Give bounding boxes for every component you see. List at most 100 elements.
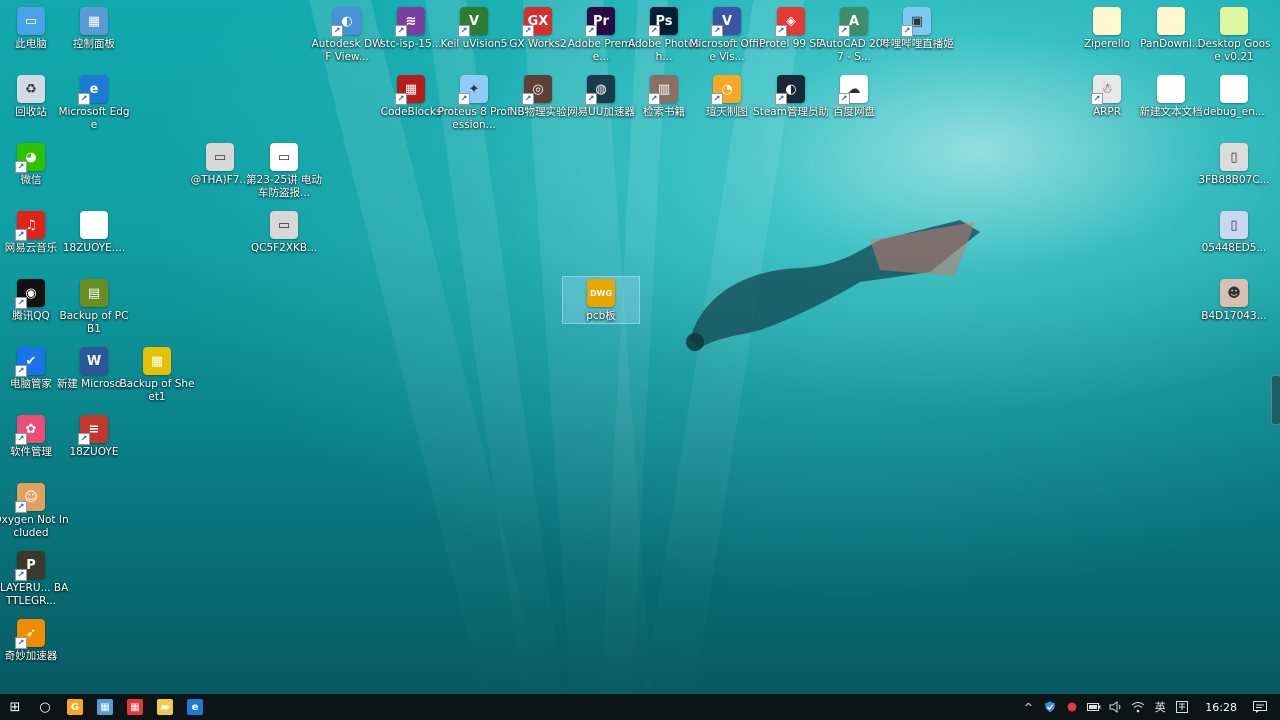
- desktop-icon-pcb-dwg[interactable]: DWG pcb板: [562, 276, 640, 324]
- desktop-icon-qimiao[interactable]: ➶ ↗ 奇妙加速器: [0, 617, 69, 663]
- desktop-icon-oxygen[interactable]: ☺ ↗ Oxygen Not Included: [0, 481, 69, 540]
- desktop-icon-lecture23[interactable]: ▭ 第23-25讲 电动车防盗报...: [246, 141, 322, 200]
- tray-red-app-icon[interactable]: [1061, 694, 1083, 720]
- arpr-icon: ☃ ↗: [1091, 75, 1121, 105]
- shortcut-arrow-icon: ↗: [78, 93, 90, 105]
- desktop-background[interactable]: ▭ 此电脑 ▦ 控制面板 ♻ 回收站 e ↗ Microsoft Edge ◕ ↗ 微信 ♫ ↗ 网易云音乐…: [0, 0, 1280, 694]
- desktop-icon-label: 18ZUOYE: [69, 446, 119, 458]
- desktop-icon-label: Desktop Goose v0.21: [1197, 38, 1271, 63]
- cloud-drive-icon: ☁ ↗: [838, 75, 868, 105]
- accelerator-icon: ➶ ↗: [15, 619, 45, 649]
- shortcut-arrow-icon: ↗: [838, 93, 850, 105]
- folder-icon: ▬: [157, 699, 173, 715]
- schematic-file-icon: ▦: [143, 347, 171, 375]
- desktop-icon-label: 第23-25讲 电动车防盗报...: [246, 174, 322, 199]
- icon-glyph: ◔: [721, 81, 733, 97]
- icon-glyph: ▤: [87, 285, 101, 301]
- uu-booster-icon: ◍ ↗: [585, 75, 615, 105]
- shortcut-arrow-icon: ↗: [15, 229, 27, 241]
- start-button[interactable]: ⊞: [0, 694, 30, 720]
- shortcut-arrow-icon: ↗: [395, 25, 407, 37]
- tray-chevron-icon[interactable]: ^: [1017, 694, 1039, 720]
- desktop-icon-18zuoye[interactable]: ≡ ↗ 18ZUOYE: [56, 413, 132, 459]
- shortcut-arrow-icon: ↗: [775, 93, 787, 105]
- desktop-icon-b4d17043[interactable]: ☻ B4D17043...: [1196, 277, 1272, 323]
- protel-icon: ◈ ↗: [775, 7, 805, 37]
- phone-image-icon: ▯: [1220, 211, 1248, 239]
- shortcut-arrow-icon: ↗: [711, 93, 723, 105]
- icon-glyph: DWG: [589, 288, 613, 298]
- shortcut-arrow-icon: ↗: [331, 25, 343, 37]
- control-panel-icon: ▦: [80, 7, 108, 35]
- taskbar-app-edge[interactable]: e: [180, 694, 210, 720]
- desktop-icon-18zuoye-file[interactable]: 18ZUOYE....: [56, 209, 132, 255]
- qq-icon: ◉ ↗: [15, 279, 45, 309]
- shortcut-arrow-icon: ↗: [15, 501, 27, 513]
- input-language-indicator[interactable]: 英: [1149, 694, 1171, 720]
- icon-glyph: A: [848, 13, 860, 29]
- battery-icon[interactable]: [1083, 694, 1105, 720]
- desktop-icon-control-panel[interactable]: ▦ 控制面板: [56, 5, 132, 51]
- desktop-icon-label: 18ZUOYE....: [62, 242, 126, 254]
- taskbar-app-control[interactable]: ▦: [90, 694, 120, 720]
- tray-shield-icon[interactable]: [1039, 694, 1061, 720]
- desktop-icon-label: 3FB88B07C...: [1198, 174, 1270, 186]
- icon-glyph: ✦: [468, 81, 480, 97]
- icon-glyph: e: [89, 81, 99, 97]
- stc-isp-icon: ≋ ↗: [395, 7, 425, 37]
- taskbar-app-explorer[interactable]: ▬: [150, 694, 180, 720]
- icon-glyph: W: [86, 353, 102, 369]
- shortcut-arrow-icon: ↗: [648, 25, 660, 37]
- desktop-icon-backup-sheet1[interactable]: ▦ Backup of Sheet1: [119, 345, 195, 404]
- desktop-icon-baidu-pan[interactable]: ☁ ↗ 百度网盘: [816, 73, 892, 119]
- desktop-icon-bili-live[interactable]: ▣ ↗ 哔哩哔哩直播姬: [879, 5, 955, 51]
- text-file-icon: [1220, 75, 1248, 103]
- desktop-icon-backup-pcb1[interactable]: ▤ Backup of PCB1: [56, 277, 132, 336]
- icon-glyph: ◎: [532, 81, 544, 97]
- desktop-icon-label: Backup of Sheet1: [119, 378, 195, 403]
- cortana-circle-icon: ○: [39, 699, 51, 715]
- taskbar-pinned-apps: G ▦ ▦ ▬ e: [60, 694, 210, 720]
- wechat-icon: ◕ ↗: [15, 143, 45, 173]
- desktop-icon-label: 百度网盘: [833, 106, 875, 118]
- speaker-icon[interactable]: [1105, 694, 1127, 720]
- desktop-icon-label: Microsoft Edge: [58, 106, 130, 131]
- desktop-icon-3fb88b07[interactable]: ▯ 3FB88B07C...: [1196, 141, 1272, 187]
- desktop-icon-desktop-goose[interactable]: Desktop Goose v0.21: [1196, 5, 1272, 64]
- image-file-icon: ▭: [270, 211, 298, 239]
- g-app-icon: G: [67, 699, 83, 715]
- pubg-icon: P ↗: [15, 551, 45, 581]
- windows-logo-icon: ⊞: [9, 699, 21, 715]
- shortcut-arrow-icon: ↗: [15, 569, 27, 581]
- side-scroll-handle[interactable]: [1271, 375, 1280, 425]
- desktop-icon-wechat[interactable]: ◕ ↗ 微信: [0, 141, 69, 187]
- desktop-icon-debug-en[interactable]: debug_en...: [1196, 73, 1272, 119]
- ime-mode-icon[interactable]: [1171, 694, 1193, 720]
- icon-glyph: ☻: [1227, 285, 1241, 301]
- taskbar-app-colorful[interactable]: ▦: [120, 694, 150, 720]
- shortcut-arrow-icon: ↗: [648, 93, 660, 105]
- desktop-icon-label: 05448ED5...: [1201, 242, 1267, 254]
- shortcut-arrow-icon: ↗: [901, 25, 913, 37]
- action-center-icon[interactable]: [1249, 694, 1280, 720]
- desktop-icon-pubg[interactable]: P ↗ PLAYERU... BATTLEGR...: [0, 549, 69, 608]
- desktop-icon-edge[interactable]: e ↗ Microsoft Edge: [56, 73, 132, 132]
- desktop-icon-label: 奇妙加速器: [4, 650, 58, 662]
- netease-music-icon: ♫ ↗: [15, 211, 45, 241]
- cortana-button[interactable]: ○: [30, 694, 60, 720]
- edge-icon: e: [187, 699, 203, 715]
- shortcut-arrow-icon: ↗: [838, 25, 850, 37]
- codeblocks-icon: ▦ ↗: [395, 75, 425, 105]
- desktop-icon-label: QC5F2XKB...: [250, 242, 318, 254]
- autocad-icon: A ↗: [838, 7, 868, 37]
- desktop-icon-qc5f2xkb[interactable]: ▭ QC5F2XKB...: [246, 209, 322, 255]
- taskbar-app-g[interactable]: G: [60, 694, 90, 720]
- control-panel-icon: ▦: [97, 699, 113, 715]
- desktop-icon-label: 控制面板: [73, 38, 115, 50]
- wifi-icon[interactable]: [1127, 694, 1149, 720]
- shortcut-arrow-icon: ↗: [458, 25, 470, 37]
- desktop-icon-05448ed5[interactable]: ▯ 05448ED5...: [1196, 209, 1272, 255]
- nb-lab-icon: ◎ ↗: [522, 75, 552, 105]
- clock[interactable]: 16:28: [1193, 701, 1249, 714]
- desktop-icon-label: Backup of PCB1: [59, 310, 129, 335]
